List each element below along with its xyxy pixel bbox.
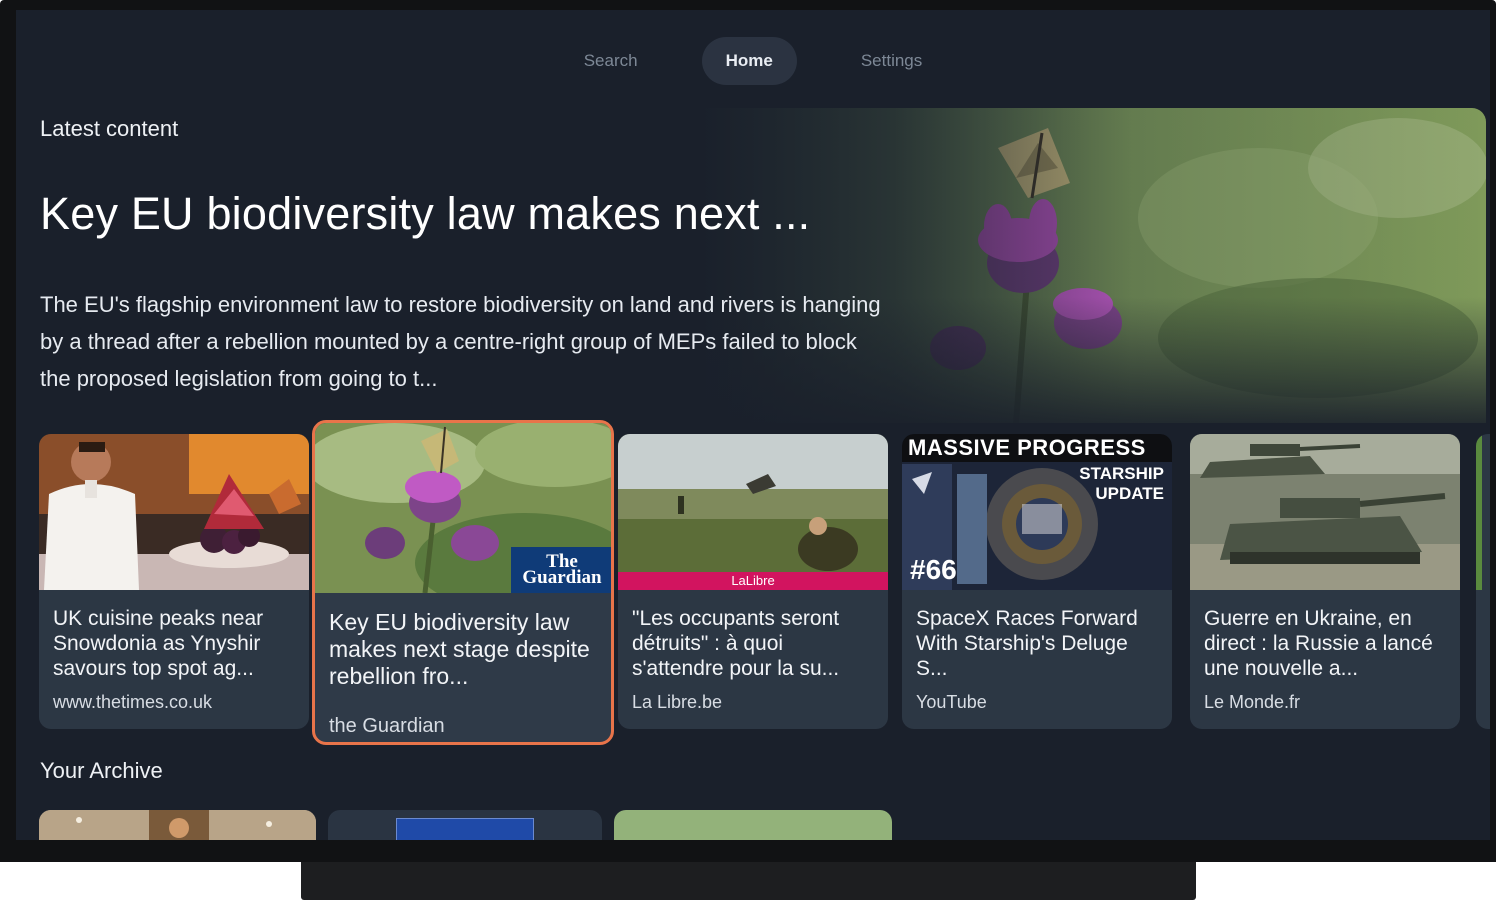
card-title: SpaceX Races Forward With Starship's Del…: [916, 607, 1138, 680]
nav-tab-settings[interactable]: Settings: [837, 37, 946, 85]
content-card-2[interactable]: The Guardian Key EU biodiversity law mak…: [312, 420, 614, 745]
content-card-4[interactable]: MASSIVE PROGRESS STARSHIP UPDATE #66 Spa…: [902, 434, 1172, 729]
thumb-subhead: STARSHIP UPDATE: [1079, 464, 1164, 504]
content-card-5[interactable]: Guerre en Ukraine, en direct : la Russie…: [1190, 434, 1460, 729]
card-title: UK cuisine peaks near Snowdonia as Ynysh…: [53, 607, 264, 680]
card-title: Key EU biodiversity law makes next stage…: [329, 609, 590, 689]
hero-title: Key EU biodiversity law makes next ...: [40, 188, 811, 239]
nav-tab-search[interactable]: Search: [560, 37, 662, 85]
card-title: Guerre en Ukraine, en direct : la Russie…: [1204, 607, 1433, 680]
thumb-sub-line-1: STARSHIP: [1079, 464, 1164, 483]
card-thumbnail: MASSIVE PROGRESS STARSHIP UPDATE #66: [902, 434, 1172, 590]
archive-thumb-panel: [396, 818, 534, 840]
card-thumbnail: [39, 434, 309, 590]
card-source: La Libre.be: [632, 692, 723, 712]
your-archive-heading: Your Archive: [40, 758, 163, 783]
archive-card-2[interactable]: [328, 810, 602, 840]
tv-stand: [301, 862, 1196, 900]
card-thumbnail: LaLibre: [618, 434, 888, 590]
top-nav: Search Home Settings: [16, 36, 1490, 86]
card-thumbnail-partial: [1476, 434, 1482, 590]
lalibre-logo: LaLibre: [731, 573, 775, 588]
card-source: YouTube: [916, 692, 987, 712]
card-thumbnail: [1190, 434, 1460, 590]
card-thumbnail: The Guardian: [315, 423, 611, 593]
hero-description: The EU's flagship environment law to res…: [40, 292, 881, 391]
thumb-headline: MASSIVE PROGRESS: [908, 435, 1146, 460]
latest-content-heading: Latest content: [40, 116, 179, 141]
content-card-3[interactable]: LaLibre "Les occupants seront détruits" …: [618, 434, 888, 729]
content-card-partial[interactable]: [1476, 434, 1490, 729]
archive-card-3[interactable]: [614, 810, 892, 840]
card-source: Le Monde.fr: [1204, 692, 1301, 712]
card-source: the Guardian: [329, 715, 445, 737]
card-source: www.thetimes.co.uk: [53, 692, 213, 712]
thumb-episode-number: #66: [910, 554, 957, 585]
card-title: "Les occupants seront détruits" : à quoi…: [632, 607, 840, 680]
nav-tab-home[interactable]: Home: [701, 37, 797, 85]
guardian-logo: The Guardian: [522, 551, 602, 588]
content-card-1[interactable]: UK cuisine peaks near Snowdonia as Ynysh…: [39, 434, 309, 729]
archive-card-1[interactable]: [39, 810, 316, 840]
tv-screen: Search Home Settings Latest content Key …: [16, 10, 1490, 840]
thumb-sub-line-2: UPDATE: [1095, 484, 1164, 503]
